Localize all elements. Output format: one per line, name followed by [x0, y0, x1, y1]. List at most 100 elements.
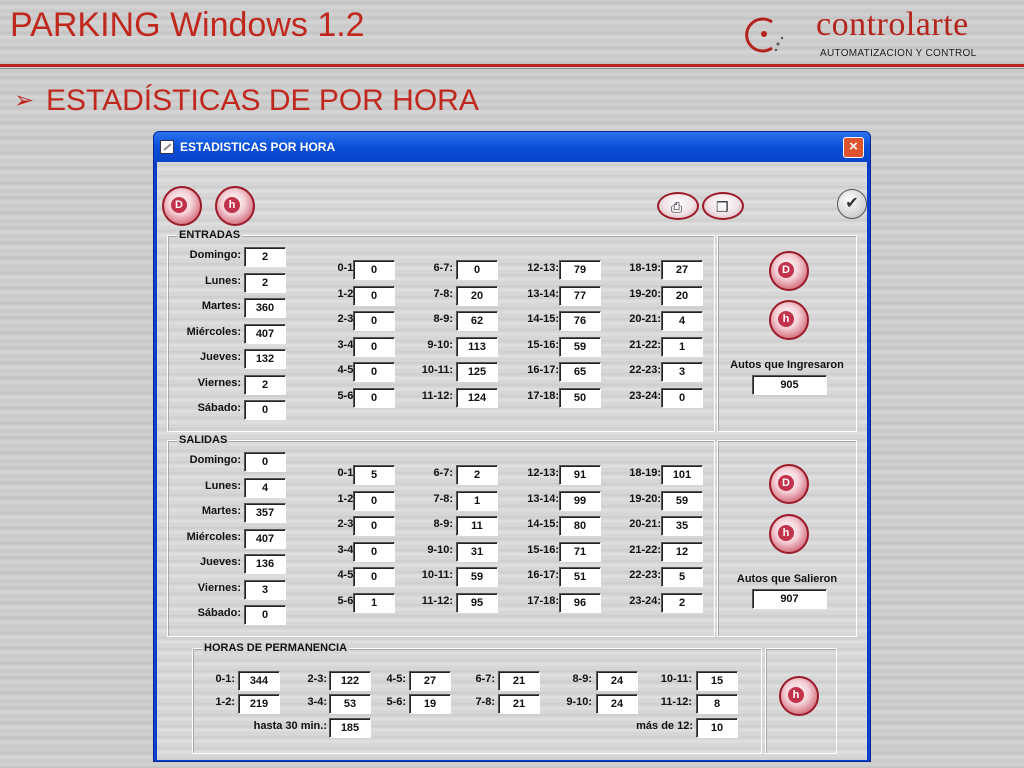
- salidas-hour-field: 5: [353, 465, 395, 485]
- entradas-hour-label: 22-23:: [629, 364, 661, 376]
- mas-de-12-label: más de 12:: [636, 720, 693, 732]
- salidas-hour-label: 17-18:: [527, 594, 559, 607]
- salidas-day-field: 0: [244, 605, 286, 625]
- day-stats-button[interactable]: D: [162, 186, 202, 226]
- salidas-hour-label: 23-24:: [629, 594, 661, 607]
- entradas-day-label: Lunes:: [204, 274, 241, 287]
- entradas-day-label: D: [778, 262, 794, 278]
- permanencia-label: 0-1:: [215, 673, 235, 685]
- entradas-hour-field: 125: [456, 362, 498, 382]
- salidas-day-field: 136: [244, 554, 286, 574]
- salidas-day-field: 407: [244, 528, 286, 549]
- entradas-hour-field: 0: [353, 387, 395, 408]
- salidas-hour-field: 35: [661, 516, 703, 536]
- salidas-day-field: 0: [244, 452, 286, 472]
- salidas-hour-field: 5: [661, 567, 703, 587]
- entradas-hour-label: 8-9:: [433, 313, 453, 325]
- salidas-hour-field: 59: [456, 567, 498, 587]
- entradas-hour-label: 0-1:: [337, 262, 357, 274]
- entradas-hour-field: 62: [456, 311, 498, 331]
- entradas-hour-label: 15-16:: [527, 338, 559, 351]
- permanencia-hour-label: h: [788, 687, 804, 703]
- salidas-hour-field: 31: [456, 541, 498, 562]
- entradas-day-field: 2: [244, 374, 286, 395]
- entradas-day-label: Martes:: [201, 300, 241, 312]
- window-client-area: D h ⎙ ❐ ✔ ENTRADAS D h Autos que Ingresa…: [157, 162, 867, 760]
- entradas-title: ENTRADAS: [177, 229, 243, 241]
- salidas-hour-label: 2-3:: [337, 518, 357, 530]
- salidas-hour-field: 71: [559, 541, 601, 562]
- salidas-hour-label: 13-14:: [527, 492, 559, 505]
- entradas-hour-label: 14-15:: [527, 313, 559, 325]
- checkmark-icon: ✔: [845, 195, 859, 212]
- entradas-hour-label: 10-11:: [421, 364, 453, 376]
- permanencia-field: 21: [498, 671, 540, 691]
- salidas-day-label: Martes:: [201, 505, 241, 517]
- title-rule-shadow: [0, 68, 1024, 69]
- salidas-hour-field: 0: [353, 516, 395, 536]
- entradas-day-field: 407: [244, 323, 286, 344]
- salidas-hour-label: 4-5:: [337, 569, 357, 581]
- permanencia-label: 4-5:: [386, 673, 406, 685]
- copy-button[interactable]: ❐: [702, 192, 744, 220]
- permanencia-field: 122: [329, 671, 371, 691]
- hour-button-label: h: [224, 197, 240, 213]
- entradas-day-button[interactable]: D: [769, 251, 809, 291]
- hasta-30-field: 185: [329, 718, 371, 738]
- salidas-hour-label: 21-22:: [629, 543, 661, 556]
- entradas-hour-field: 0: [353, 285, 395, 306]
- entradas-hour-label: 7-8:: [433, 287, 453, 300]
- bullet-arrow-icon: ➢: [14, 87, 35, 114]
- salidas-hour-label: 7-8:: [433, 492, 453, 505]
- accept-button[interactable]: ✔: [837, 189, 867, 219]
- entradas-hour-field: 20: [456, 285, 498, 306]
- salidas-hour-label: 0-1:: [337, 467, 357, 479]
- close-button[interactable]: ×: [843, 137, 864, 158]
- entradas-day-field: 132: [244, 349, 286, 369]
- entradas-hour-label: 16-17:: [527, 364, 559, 376]
- entradas-hour-field: 4: [661, 311, 703, 331]
- salidas-hour-button[interactable]: h: [769, 514, 809, 554]
- salidas-hour-label: 8-9:: [433, 518, 453, 530]
- entradas-hour-field: 59: [559, 336, 601, 357]
- entradas-hour-label: 19-20:: [629, 287, 661, 300]
- entradas-hour-field: 0: [353, 362, 395, 382]
- entradas-day-label: Jueves:: [200, 351, 241, 363]
- salidas-hour-field: 1: [456, 490, 498, 511]
- entradas-day-field: 0: [244, 400, 286, 420]
- permanencia-field: 15: [696, 671, 738, 691]
- window-icon: [160, 140, 174, 154]
- entradas-hour-field: 50: [559, 387, 601, 408]
- permanencia-label: 6-7:: [475, 673, 495, 685]
- salidas-day-button[interactable]: D: [769, 464, 809, 504]
- printer-icon: ⎙: [671, 199, 683, 215]
- entradas-hour-button[interactable]: h: [769, 300, 809, 340]
- salidas-hour-field: 51: [559, 567, 601, 587]
- window-title: ESTADISTICAS POR HORA: [180, 140, 336, 154]
- salidas-hour-field: 0: [353, 541, 395, 562]
- salidas-hour-label: 20-21:: [629, 518, 661, 530]
- permanencia-label: 10-11:: [660, 673, 692, 685]
- print-button[interactable]: ⎙: [657, 192, 699, 220]
- salidas-hour-field: 59: [661, 490, 703, 511]
- permanencia-hour-button[interactable]: h: [779, 676, 819, 716]
- salidas-total-label: Autos que Salieron: [736, 573, 838, 585]
- salidas-hour-field: 12: [661, 541, 703, 562]
- permanencia-field: 19: [409, 694, 451, 714]
- salidas-hour-field: 11: [456, 516, 498, 536]
- entradas-hour-label: 23-24:: [629, 389, 661, 402]
- permanencia-field: 24: [596, 671, 638, 691]
- entradas-hour-field: 0: [353, 311, 395, 331]
- permanencia-title: HORAS DE PERMANENCIA: [202, 642, 350, 654]
- salidas-hour-label: 3-4:: [337, 543, 357, 556]
- permanencia-field: 8: [696, 694, 738, 714]
- permanencia-field: 27: [409, 671, 451, 691]
- salidas-day-label: Sábado:: [197, 607, 241, 619]
- window-titlebar[interactable]: ESTADISTICAS POR HORA ×: [154, 132, 870, 162]
- permanencia-field: 219: [238, 694, 280, 714]
- slide-title: PARKING Windows 1.2: [10, 6, 365, 44]
- permanencia-label: 1-2:: [215, 696, 235, 708]
- entradas-hour-label: 2-3:: [337, 313, 357, 325]
- hour-stats-button[interactable]: h: [215, 186, 255, 226]
- entradas-hour-field: 0: [353, 260, 395, 280]
